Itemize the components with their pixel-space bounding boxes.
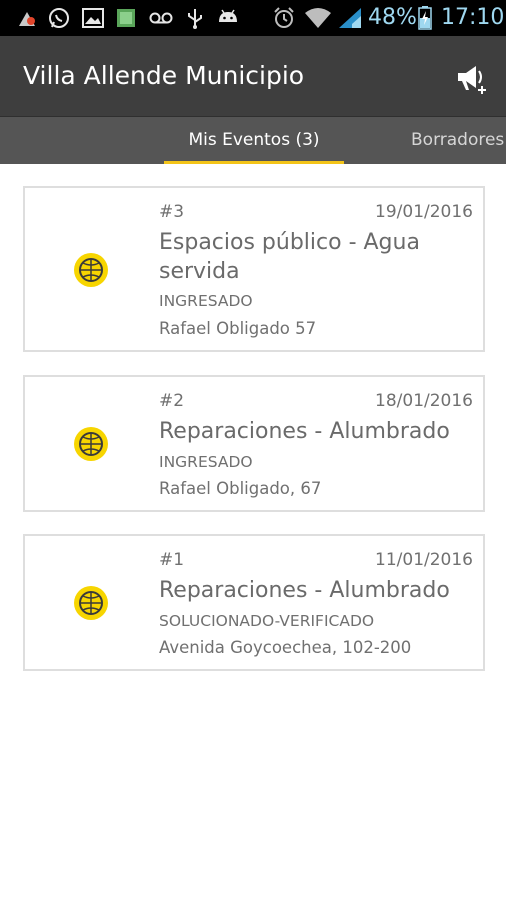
clock-time: 17:10 <box>441 5 505 30</box>
municipio-logo-icon <box>73 585 109 621</box>
event-status: SOLUCIONADO-VERIFICADO <box>159 612 375 630</box>
battery-charging-icon <box>418 6 432 30</box>
event-date: 19/01/2016 <box>375 202 473 222</box>
fire-app-icon <box>16 7 38 29</box>
tab-selected-indicator <box>164 161 344 164</box>
whatsapp-icon <box>48 7 70 29</box>
voicemail-icon <box>149 7 173 29</box>
gallery-icon <box>82 7 104 29</box>
event-address: Rafael Obligado, 67 <box>159 479 322 498</box>
event-address: Avenida Goycoechea, 102-200 <box>159 638 412 657</box>
event-date: 18/01/2016 <box>375 391 473 411</box>
event-number: #2 <box>159 391 185 411</box>
event-status: INGRESADO <box>159 292 253 310</box>
event-address: Rafael Obligado 57 <box>159 319 317 338</box>
signal-icon <box>338 7 362 29</box>
android-icon <box>216 7 240 29</box>
event-title: Reparaciones - Alumbrado <box>159 419 450 444</box>
wifi-icon <box>304 7 332 29</box>
tab-borradores[interactable]: Borradores <box>411 117 504 164</box>
add-alert-megaphone-icon[interactable] <box>452 58 492 98</box>
event-card[interactable]: #3 19/01/2016 Espacios público - Agua se… <box>23 186 485 352</box>
status-bar: 48% 17:10 <box>0 0 506 36</box>
alarm-icon <box>272 7 296 29</box>
event-title: Reparaciones - Alumbrado <box>159 578 450 603</box>
tab-bar: Mis Eventos (3) Borradores <box>0 116 506 164</box>
event-status: INGRESADO <box>159 453 253 471</box>
event-number: #3 <box>159 202 185 222</box>
app-title: Villa Allende Municipio <box>23 61 305 90</box>
event-card[interactable]: #2 18/01/2016 Reparaciones - Alumbrado I… <box>23 375 485 512</box>
app-icon <box>116 7 136 29</box>
event-card[interactable]: #1 11/01/2016 Reparaciones - Alumbrado S… <box>23 534 485 671</box>
battery-percent: 48% <box>368 5 417 30</box>
municipio-logo-icon <box>73 426 109 462</box>
event-date: 11/01/2016 <box>375 550 473 570</box>
tab-mis-eventos[interactable]: Mis Eventos (3) <box>164 117 344 164</box>
usb-icon <box>186 7 204 29</box>
event-title: Espacios público - Agua servida <box>159 230 420 284</box>
app-bar: Villa Allende Municipio <box>0 36 506 116</box>
municipio-logo-icon <box>73 252 109 288</box>
event-number: #1 <box>159 550 185 570</box>
